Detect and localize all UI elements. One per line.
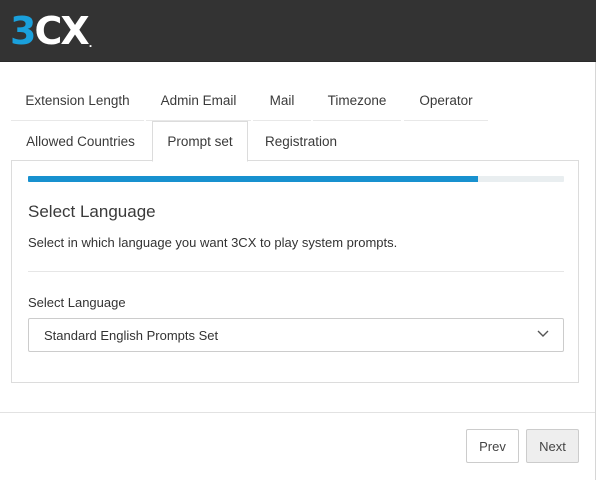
footer-divider (0, 412, 595, 413)
tab-extension-length[interactable]: Extension Length (11, 80, 144, 121)
tab-prompt-set[interactable]: Prompt set (152, 121, 248, 162)
language-field-label: Select Language (28, 295, 126, 310)
tab-mail[interactable]: Mail (253, 80, 311, 121)
language-select[interactable]: Standard English Prompts Set (28, 318, 564, 352)
wizard-progress-fill (28, 176, 479, 182)
tab-operator[interactable]: Operator (404, 80, 488, 121)
logo-letters: CX (34, 9, 89, 53)
section-description: Select in which language you want 3CX to… (28, 235, 398, 250)
3cx-logo: 3 CX. (10, 9, 93, 53)
tab-row-1: Extension Length Admin Email Mail Timezo… (11, 80, 579, 121)
prompt-set-panel: Select Language Select in which language… (11, 160, 579, 383)
wizard-progress-bar (28, 176, 564, 182)
next-button[interactable]: Next (526, 429, 579, 463)
tab-registration[interactable]: Registration (250, 121, 352, 162)
language-select-value: Standard English Prompts Set (44, 327, 219, 343)
wizard-tabs: Extension Length Admin Email Mail Timezo… (11, 80, 579, 162)
logo-dot: . (88, 39, 93, 50)
section-title: Select Language (28, 202, 156, 221)
wizard-body: Extension Length Admin Email Mail Timezo… (0, 62, 596, 480)
logo-digit: 3 (10, 9, 36, 53)
app-header: 3 CX. (0, 0, 596, 62)
tab-row-2: Allowed Countries Prompt set Registratio… (11, 121, 579, 162)
prev-button[interactable]: Prev (466, 429, 519, 463)
chevron-down-icon (537, 330, 549, 337)
section-divider (28, 271, 564, 272)
tab-allowed-countries[interactable]: Allowed Countries (11, 121, 150, 162)
tab-timezone[interactable]: Timezone (313, 80, 401, 121)
tab-admin-email[interactable]: Admin Email (146, 80, 251, 121)
